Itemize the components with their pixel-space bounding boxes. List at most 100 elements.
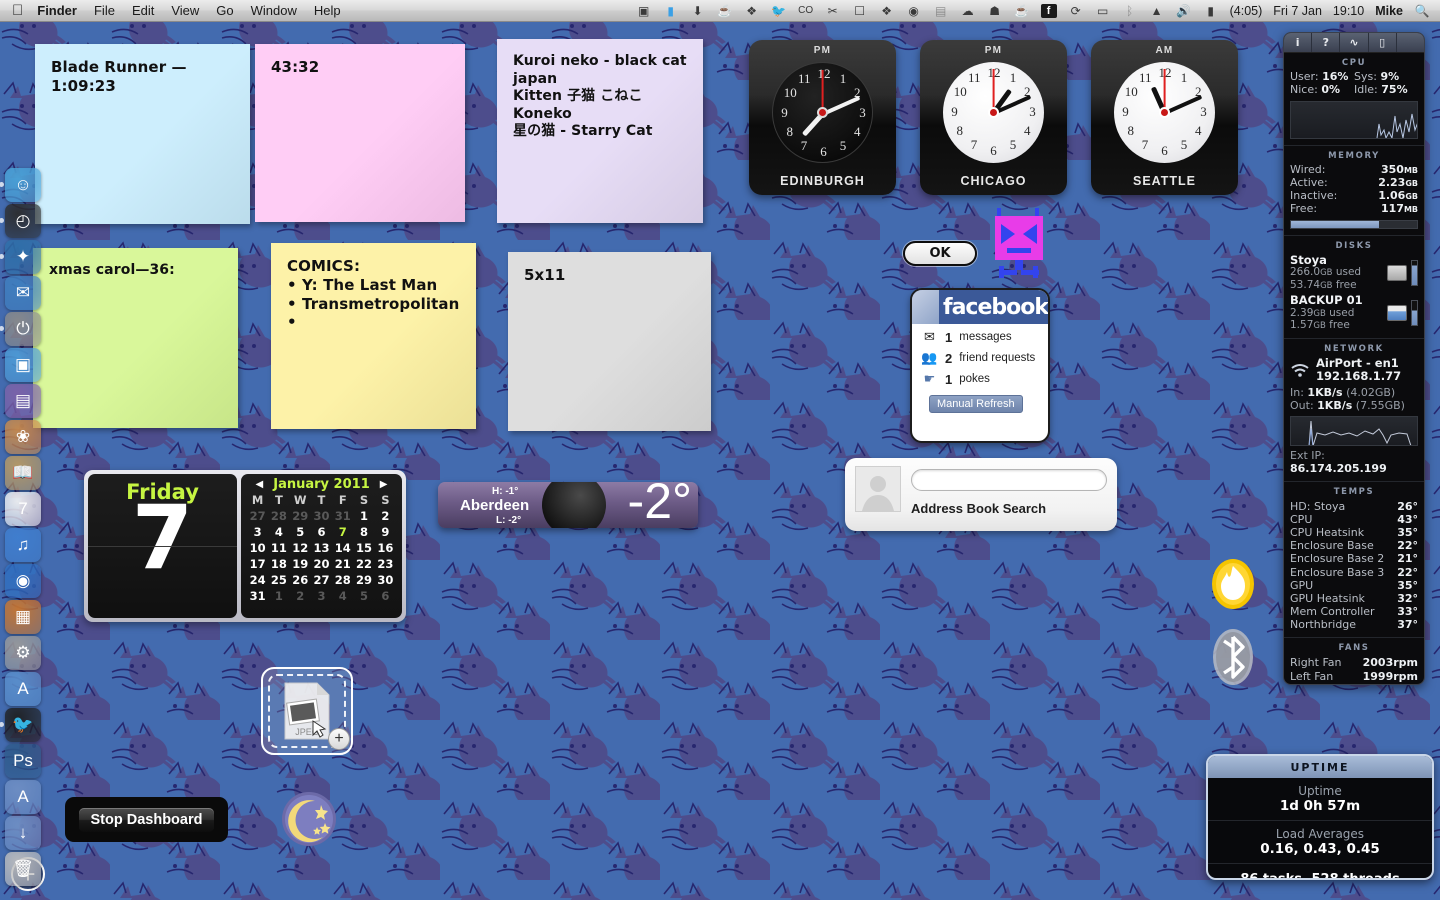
- menu-item-go[interactable]: Go: [216, 3, 233, 18]
- dock-item-system-preferences[interactable]: ⚙: [5, 636, 41, 670]
- istat-info-tab[interactable]: i: [1284, 33, 1313, 52]
- timer-note[interactable]: 43:32: [255, 44, 465, 222]
- calendar-day-cell[interactable]: 11: [268, 540, 289, 556]
- menu-item-file[interactable]: File: [94, 3, 115, 18]
- calendar-day-cell[interactable]: 10: [247, 540, 268, 556]
- calendar-day-cell[interactable]: 2: [375, 508, 396, 524]
- facebook-row-pokes[interactable]: ☛ 1 pokes: [912, 366, 1048, 387]
- battery-icon[interactable]: ▮: [1203, 4, 1219, 18]
- menu-item-edit[interactable]: Edit: [132, 3, 154, 18]
- calendar-day-cell[interactable]: 15: [353, 540, 374, 556]
- spotlight-search-icon[interactable]: 🔍: [1414, 4, 1430, 18]
- dock-item-ical[interactable]: 7: [5, 492, 41, 526]
- cloud-icon[interactable]: ☁: [960, 4, 976, 18]
- calendar-next-month-button[interactable]: ▶: [380, 479, 388, 490]
- istat-device-tab[interactable]: ▯: [1369, 33, 1397, 52]
- bluetooth-icon[interactable]: ᛒ: [1122, 4, 1138, 18]
- dock-item-finder[interactable]: ☺: [0, 168, 41, 202]
- screenshot-icon[interactable]: ▣: [636, 4, 652, 18]
- volume-icon[interactable]: 🔊: [1176, 4, 1192, 18]
- dock-item-facetime[interactable]: ▣: [5, 348, 41, 382]
- download-arrow-icon[interactable]: ⬇: [690, 4, 706, 18]
- calendar-day-cell[interactable]: 29: [290, 508, 311, 524]
- calendar-day-cell[interactable]: 29: [353, 572, 374, 588]
- dock-item-caffeine[interactable]: ⏻: [0, 312, 41, 346]
- dock-item-downloads-folder[interactable]: ↓: [5, 816, 41, 850]
- calendar-day-cell[interactable]: 14: [332, 540, 353, 556]
- calendar-day-cell[interactable]: 4: [268, 524, 289, 540]
- calendar-widget[interactable]: Friday 7 ◀ January 2011 ▶ MTWTFSS 27 28 29…: [84, 470, 406, 622]
- address-book-search-input[interactable]: [911, 469, 1107, 491]
- bluetooth-icon[interactable]: [1212, 628, 1254, 686]
- dock-item-safari[interactable]: ✦: [0, 240, 41, 274]
- lastfm-icon[interactable]: CO: [798, 4, 814, 18]
- wifi-icon[interactable]: ▲: [1149, 4, 1165, 18]
- dock-item-itunes[interactable]: ♫: [5, 528, 41, 562]
- calendar-day-cell[interactable]: 31: [332, 508, 353, 524]
- moon-stars-icon[interactable]: [281, 791, 337, 847]
- calendar-day-cell[interactable]: 3: [247, 524, 268, 540]
- calendar-prev-month-button[interactable]: ◀: [256, 479, 264, 490]
- dock-item-trash[interactable]: 🗑: [5, 852, 41, 886]
- calendar-day-cell[interactable]: 9: [375, 524, 396, 540]
- caffeine-cup-empty-icon[interactable]: ☕: [1014, 4, 1030, 18]
- menu-app-name[interactable]: Finder: [37, 3, 77, 18]
- dock-item-dashboard[interactable]: ◴: [0, 204, 41, 238]
- calendar-day-cell[interactable]: 12: [290, 540, 311, 556]
- clock-chicago[interactable]: PM121234567891011CHICAGO: [920, 40, 1067, 195]
- calendar-day-cell[interactable]: 23: [375, 556, 396, 572]
- calendar-day-cell[interactable]: 28: [332, 572, 353, 588]
- stop-dashboard-button[interactable]: Stop Dashboard: [65, 797, 228, 842]
- calendar-day-cell[interactable]: 2: [290, 588, 311, 604]
- dropbox-icon[interactable]: ❖: [879, 4, 895, 18]
- address-book-search-widget[interactable]: Address Book Search: [845, 458, 1117, 531]
- calendar-day-cell[interactable]: 22: [353, 556, 374, 572]
- calendar-day-cell[interactable]: 7: [332, 524, 353, 540]
- dock-item-twitter[interactable]: 🐦: [0, 708, 41, 742]
- calendar-day-cell[interactable]: 31: [247, 588, 268, 604]
- calendar-day-cell[interactable]: 3: [311, 588, 332, 604]
- facebook-row-friend-requests[interactable]: 👥 2 friend requests: [912, 345, 1048, 366]
- istat-system-monitor-panel[interactable]: i ? ∿ ▯ CPU User: 16% Sys: 9% Nice: 0% I…: [1283, 32, 1425, 685]
- blade-runner-note[interactable]: Blade Runner — 1:09:23: [35, 44, 250, 224]
- calendar-day-cell[interactable]: 27: [311, 572, 332, 588]
- menu-item-view[interactable]: View: [171, 3, 199, 18]
- calendar-day-cell[interactable]: 26: [290, 572, 311, 588]
- calendar-day-cell[interactable]: 19: [290, 556, 311, 572]
- ok-button[interactable]: OK: [903, 241, 977, 266]
- calendar-day-cell[interactable]: 28: [268, 508, 289, 524]
- scanner-icon[interactable]: ▤: [933, 4, 949, 18]
- dropbox-blue-icon[interactable]: ▮: [663, 4, 679, 18]
- facebook-icon[interactable]: f: [1040, 3, 1057, 18]
- twitter-bird-icon[interactable]: 🐦: [771, 4, 787, 18]
- facebook-manual-refresh-button[interactable]: Manual Refresh: [929, 395, 1023, 413]
- menu-item-window[interactable]: Window: [251, 3, 297, 18]
- square-icon[interactable]: ☐: [852, 4, 868, 18]
- weather-widget[interactable]: H: -1° Aberdeen L: -2° -2°: [438, 482, 698, 528]
- ghost-icon[interactable]: ☗: [987, 4, 1003, 18]
- menu-item-help[interactable]: Help: [314, 3, 341, 18]
- shuttle-icon[interactable]: ✂: [825, 4, 841, 18]
- calendar-day-cell[interactable]: 6: [375, 588, 396, 604]
- japanese-cat-note[interactable]: Kuroi neko - black cat japan Kitten 子猫 こねこ…: [497, 39, 703, 223]
- clock-edinburgh[interactable]: PM 12 1 2 3 4 5 6 7 8 9 10 11 EDINBURGH: [749, 40, 896, 195]
- calendar-day-cell[interactable]: 1: [353, 508, 374, 524]
- calendar-day-cell[interactable]: 27: [247, 508, 268, 524]
- flame-icon[interactable]: [1211, 558, 1255, 610]
- dock-item-screen-sharing[interactable]: ▤: [5, 384, 41, 418]
- calendar-day-cell[interactable]: 4: [332, 588, 353, 604]
- menu-bar-date[interactable]: Fri 7 Jan: [1273, 4, 1322, 18]
- dock-item-app-store[interactable]: A: [5, 672, 41, 706]
- calendar-day-cell[interactable]: 21: [332, 556, 353, 572]
- apple-logo-icon[interactable]: : [12, 3, 23, 18]
- dock-item-applications-folder[interactable]: A: [5, 780, 41, 814]
- display-icon[interactable]: ▭: [1095, 4, 1111, 18]
- dock-item-photos[interactable]: ❀: [5, 420, 41, 454]
- caffeine-cup-icon[interactable]: ☕: [717, 4, 733, 18]
- dock-item-photoshop[interactable]: Ps: [5, 744, 41, 778]
- calendar-day-cell[interactable]: 24: [247, 572, 268, 588]
- menu-bar-user[interactable]: Mike: [1375, 4, 1403, 18]
- facebook-row-messages[interactable]: ✉ 1 messages: [912, 324, 1048, 345]
- calendar-day-cell[interactable]: 18: [268, 556, 289, 572]
- xmas-carol-note[interactable]: xmas carol—36:: [33, 248, 238, 428]
